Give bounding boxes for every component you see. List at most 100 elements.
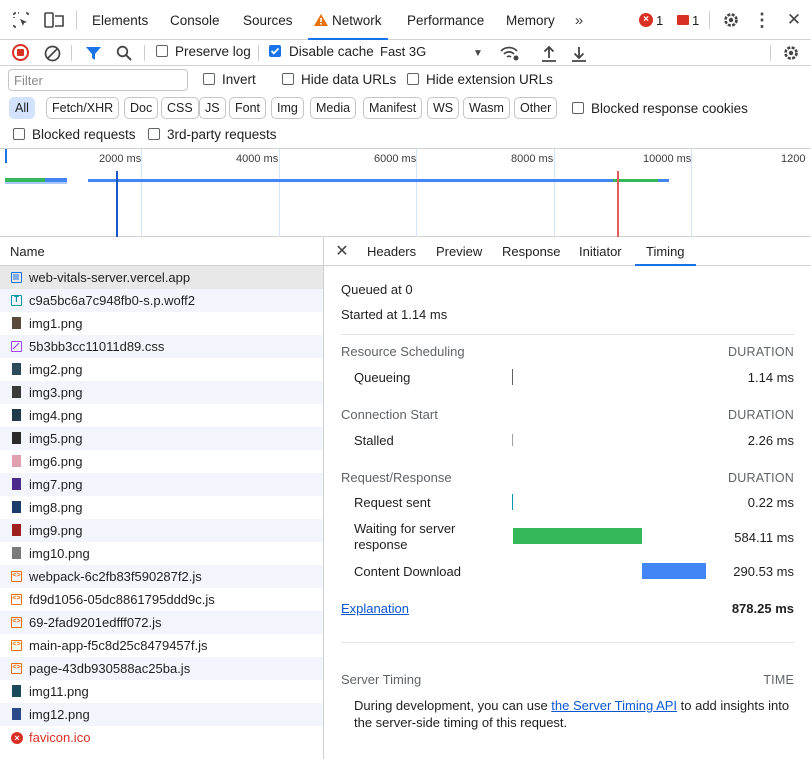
blocked-response-cookies-label[interactable]: Blocked response cookies	[591, 101, 748, 116]
export-har-icon[interactable]	[569, 43, 589, 63]
blocked-requests-checkbox[interactable]	[13, 128, 25, 140]
invert-label[interactable]: Invert	[222, 72, 256, 87]
table-row[interactable]: × favicon.ico	[0, 726, 323, 749]
image-thumbnail-icon	[12, 363, 21, 375]
tab-preview[interactable]: Preview	[436, 237, 482, 266]
error-icon[interactable]: ×	[639, 13, 653, 27]
third-party-requests-label[interactable]: 3rd-party requests	[167, 127, 277, 142]
clear-icon[interactable]	[42, 43, 62, 63]
table-row[interactable]: 5b3bb3cc11011d89.css	[0, 335, 323, 358]
blocked-requests-label[interactable]: Blocked requests	[32, 127, 136, 142]
throttle-select[interactable]: Fast 3G	[380, 44, 426, 59]
close-devtools-icon[interactable]: ✕	[785, 10, 803, 30]
table-row[interactable]: <> webpack-6c2fb83f590287f2.js	[0, 565, 323, 588]
type-filter-js[interactable]: JS	[199, 97, 226, 119]
invert-checkbox[interactable]	[203, 73, 215, 85]
record-stop-icon[interactable]	[12, 44, 29, 61]
request-name: fd9d1056-05dc8861795ddd9c.js	[29, 592, 215, 607]
stalled-label: Stalled	[354, 433, 394, 448]
table-row[interactable]: img12.png	[0, 703, 323, 726]
preserve-log-label[interactable]: Preserve log	[175, 44, 251, 59]
search-icon[interactable]	[114, 43, 134, 63]
table-row[interactable]: <> fd9d1056-05dc8861795ddd9c.js	[0, 588, 323, 611]
table-row[interactable]: img2.png	[0, 358, 323, 381]
type-filter-ws[interactable]: WS	[427, 97, 460, 119]
panel-divider[interactable]	[323, 237, 324, 759]
tab-timing[interactable]: Timing	[635, 237, 696, 266]
table-row[interactable]: Tc9a5bc6a7c948fb0-s.p.woff2	[0, 289, 323, 312]
type-filter-css[interactable]: CSS	[161, 97, 199, 119]
error-count[interactable]: 1	[656, 13, 663, 28]
request-name: 69-2fad9201edfff072.js	[29, 615, 162, 630]
network-conditions-icon[interactable]	[498, 43, 520, 63]
blocked-response-cookies-checkbox[interactable]	[572, 102, 584, 114]
filter-input[interactable]	[8, 69, 188, 91]
tab-console[interactable]: Console	[170, 0, 220, 40]
type-filter-manifest[interactable]: Manifest	[363, 97, 423, 119]
type-filter-all[interactable]: All	[9, 97, 35, 119]
settings-gear-icon[interactable]	[721, 10, 741, 30]
filter-icon[interactable]	[84, 43, 102, 63]
chevron-down-icon[interactable]: ▼	[472, 45, 484, 61]
issues-count[interactable]: 1	[692, 13, 699, 28]
tab-performance[interactable]: Performance	[407, 0, 484, 40]
server-timing-api-link[interactable]: the Server Timing API	[551, 698, 677, 713]
table-row[interactable]: img7.png	[0, 473, 323, 496]
type-filter-media[interactable]: Media	[310, 97, 357, 119]
tab-network[interactable]: Network	[308, 0, 388, 40]
inspect-element-icon[interactable]	[11, 11, 31, 29]
type-filter-fetch-xhr[interactable]: Fetch/XHR	[46, 97, 120, 119]
disable-cache-checkbox[interactable]	[269, 45, 281, 57]
table-row[interactable]: img9.png	[0, 519, 323, 542]
table-row[interactable]: img4.png	[0, 404, 323, 427]
tab-memory[interactable]: Memory	[506, 0, 555, 40]
request-sent-bar	[512, 494, 513, 510]
table-row[interactable]: <> page-43db930588ac25ba.js	[0, 657, 323, 680]
tab-initiator[interactable]: Initiator	[579, 237, 622, 266]
hide-data-urls-checkbox[interactable]	[282, 73, 294, 85]
network-settings-gear-icon[interactable]	[781, 43, 801, 63]
preserve-log-checkbox[interactable]	[156, 45, 168, 57]
issues-icon[interactable]	[677, 15, 689, 25]
table-row[interactable]: <> 69-2fad9201edfff072.js	[0, 611, 323, 634]
tab-response[interactable]: Response	[502, 237, 561, 266]
table-row[interactable]: web-vitals-server.vercel.app	[0, 266, 323, 289]
table-row[interactable]: img5.png	[0, 427, 323, 450]
type-filter-other[interactable]: Other	[514, 97, 558, 119]
table-row[interactable]: img10.png	[0, 542, 323, 565]
image-thumbnail-icon	[12, 478, 21, 490]
hide-extension-urls-label[interactable]: Hide extension URLs	[426, 72, 553, 87]
resource-scheduling-heading: Resource Scheduling	[341, 344, 465, 359]
type-filter-font[interactable]: Font	[229, 97, 267, 119]
kebab-menu-icon[interactable]: ⋮	[753, 10, 771, 30]
disable-cache-label[interactable]: Disable cache	[289, 44, 374, 59]
table-row[interactable]: img1.png	[0, 312, 323, 335]
explanation-link[interactable]: Explanation	[341, 601, 409, 616]
tab-sources[interactable]: Sources	[243, 0, 293, 40]
device-toolbar-icon[interactable]	[43, 11, 65, 29]
network-overview[interactable]: 2000 ms 4000 ms 6000 ms 8000 ms 10000 ms…	[0, 148, 811, 237]
image-thumbnail-icon	[12, 685, 21, 697]
import-har-icon[interactable]	[539, 43, 559, 63]
table-row[interactable]: img8.png	[0, 496, 323, 519]
close-details-icon[interactable]: ✕	[333, 242, 351, 260]
tab-headers[interactable]: Headers	[367, 237, 416, 266]
hide-data-urls-label[interactable]: Hide data URLs	[301, 72, 396, 87]
tab-elements[interactable]: Elements	[92, 0, 148, 40]
script-icon: <>	[11, 617, 22, 628]
table-row[interactable]: <> main-app-f5c8d25c8479457f.js	[0, 634, 323, 657]
hide-extension-urls-checkbox[interactable]	[407, 73, 419, 85]
type-filter-img[interactable]: Img	[271, 97, 304, 119]
waiting-value: 584.11 ms	[734, 530, 794, 545]
name-column-header[interactable]: Name	[10, 244, 45, 259]
load-event-marker	[617, 171, 619, 237]
overview-handle-left[interactable]	[5, 149, 7, 163]
more-tabs-icon[interactable]: »	[570, 12, 588, 29]
type-filter-doc[interactable]: Doc	[124, 97, 159, 119]
type-filter-wasm[interactable]: Wasm	[463, 97, 510, 119]
table-row[interactable]: img6.png	[0, 450, 323, 473]
table-row[interactable]: img3.png	[0, 381, 323, 404]
image-thumbnail-icon	[12, 547, 21, 559]
third-party-requests-checkbox[interactable]	[148, 128, 160, 140]
table-row[interactable]: img11.png	[0, 680, 323, 703]
